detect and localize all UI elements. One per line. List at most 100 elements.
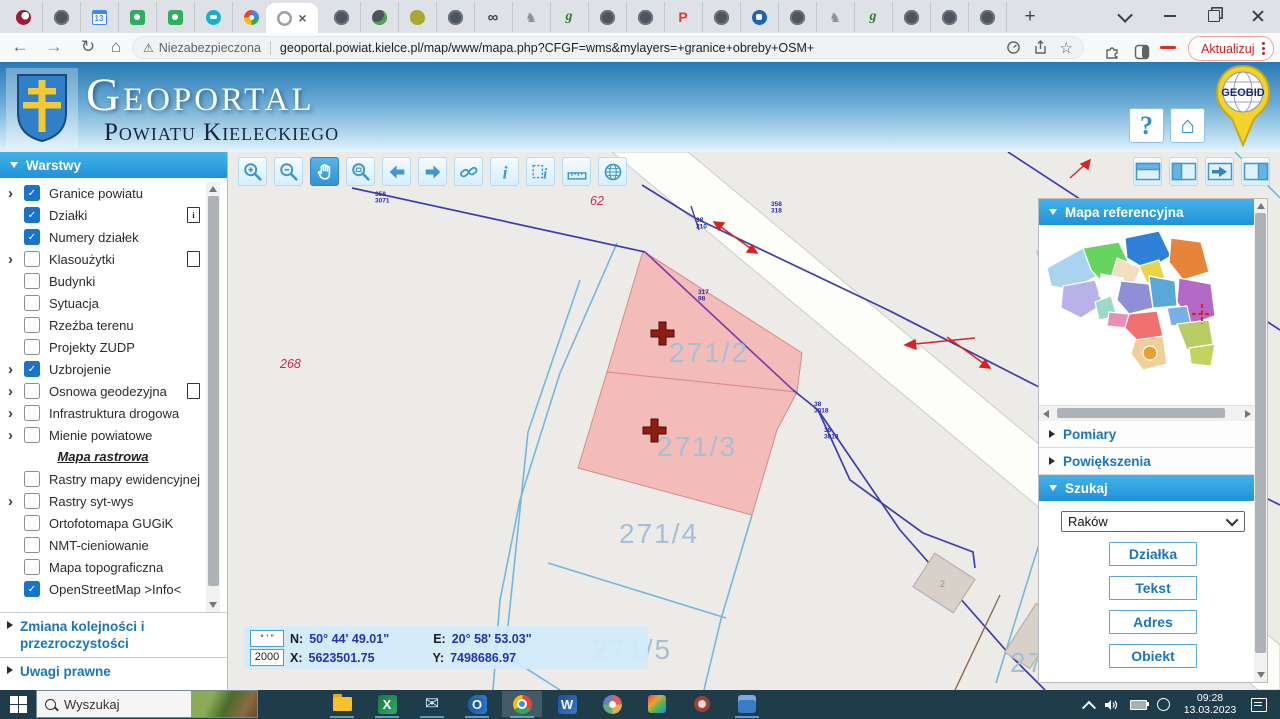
globe-tool-button[interactable] <box>598 157 627 186</box>
start-button[interactable] <box>10 696 27 713</box>
sidebar-scrollbar[interactable] <box>206 182 220 612</box>
layer-label[interactable]: Rzeźba terenu <box>49 318 134 333</box>
browser-menu-icon[interactable] <box>1262 42 1265 55</box>
pinned-tab-g-plant[interactable]: g <box>550 2 589 32</box>
pinned-tab-eagle-emblem[interactable]: ♞ <box>512 2 551 32</box>
zoom-in-tool-button[interactable] <box>238 157 267 186</box>
layer-checkbox[interactable] <box>24 339 40 355</box>
layer-checkbox[interactable] <box>24 515 40 531</box>
layer-label[interactable]: Osnowa geodezyjna <box>49 384 167 399</box>
url-text[interactable]: geoportal.powiat.kielce.pl/map/www/mapa.… <box>280 41 994 55</box>
taskbar-app-blue-app[interactable] <box>727 691 767 717</box>
forward-tool-button[interactable] <box>418 157 447 186</box>
tray-chevron-icon[interactable] <box>1078 690 1100 719</box>
layer-checkbox[interactable]: ✓ <box>24 185 40 201</box>
expand-chevron-icon[interactable]: › <box>8 384 24 399</box>
tab-close-icon[interactable]: × <box>298 10 306 26</box>
layer-label[interactable]: Ortofotomapa GUGiK <box>49 516 173 531</box>
layer-label[interactable]: Sytuacja <box>49 296 99 311</box>
layer-label[interactable]: Projekty ZUDP <box>49 340 135 355</box>
back-button[interactable]: ← <box>6 33 34 61</box>
map-scale-button[interactable]: 2000 <box>250 649 284 666</box>
pinned-tab-globe[interactable] <box>588 2 627 32</box>
layer-checkbox[interactable]: ✓ <box>24 581 40 597</box>
measure-tool-button[interactable] <box>562 157 591 186</box>
new-tab-button[interactable]: + <box>1016 4 1044 30</box>
window-maximize-button[interactable] <box>1196 0 1232 32</box>
scroll-right-icon[interactable] <box>1245 410 1251 418</box>
reference-map-header[interactable]: Mapa referencyjna <box>1039 199 1267 225</box>
layer-checkbox[interactable] <box>24 559 40 575</box>
layer-checkbox[interactable] <box>24 537 40 553</box>
layers-panel-header[interactable]: Warstwy <box>0 152 227 178</box>
layer-label[interactable]: Uzbrojenie <box>49 362 111 377</box>
expand-chevron-icon[interactable]: › <box>8 406 24 421</box>
pinned-tab-globe[interactable] <box>436 2 475 32</box>
pinned-tab-globe[interactable] <box>702 2 741 32</box>
pinned-tab-olive-dot[interactable] <box>398 2 437 32</box>
pinned-tab-globe[interactable] <box>892 2 931 32</box>
taskbar-app-ewid-ring[interactable] <box>682 691 722 717</box>
pinned-tab-paypal[interactable]: P <box>664 2 703 32</box>
security-warning-icon[interactable]: ⚠ <box>143 41 154 55</box>
right-panel-scrollbar[interactable] <box>1254 199 1267 682</box>
bookmark-star-icon[interactable]: ☆ <box>1060 39 1073 57</box>
pinned-tab-globe[interactable] <box>42 2 81 32</box>
layer-checkbox[interactable] <box>24 295 40 311</box>
pinned-tab-infinity[interactable]: ∞ <box>474 2 513 32</box>
layer-label[interactable]: Rastry syt-wys <box>49 494 134 509</box>
layer-label[interactable]: NMT-cieniowanie <box>49 538 149 553</box>
pinned-tab-globe-badge[interactable] <box>360 2 399 32</box>
taskbar-app-file-explorer[interactable] <box>322 691 362 717</box>
search-by-obiekt-button[interactable]: Obiekt <box>1109 644 1197 668</box>
scroll-down-icon[interactable] <box>209 602 217 608</box>
layer-label[interactable]: Mienie powiatowe <box>49 428 152 443</box>
expand-chevron-icon[interactable]: › <box>8 428 24 443</box>
panel-section-powiększenia[interactable]: Powiększenia <box>1039 448 1267 475</box>
layer-label[interactable]: Budynki <box>49 274 95 289</box>
layer-checkbox[interactable]: ✓ <box>24 229 40 245</box>
pinned-tab-calendar[interactable]: 13 <box>80 2 119 32</box>
taskbar-app-outlook[interactable]: O <box>457 691 497 717</box>
right-panel-scroll-thumb[interactable] <box>1255 213 1266 653</box>
panel-section-pomiary[interactable]: Pomiary <box>1039 421 1267 448</box>
zoom-out-tool-button[interactable] <box>274 157 303 186</box>
scroll-down-icon[interactable] <box>1257 672 1265 678</box>
pinned-tab-globe[interactable] <box>626 2 665 32</box>
pinned-tab-teal-camera[interactable] <box>194 2 233 32</box>
back-tool-button[interactable] <box>382 157 411 186</box>
taskbar-app-chrome[interactable] <box>502 691 542 717</box>
layer-checkbox[interactable] <box>24 273 40 289</box>
scroll-up-icon[interactable] <box>1257 203 1265 209</box>
layout-expand-button[interactable] <box>1205 157 1234 186</box>
taskbar-app-word[interactable]: W <box>547 691 587 717</box>
zoom-rect-tool-button[interactable] <box>346 157 375 186</box>
h-scroll-thumb[interactable] <box>1057 408 1225 418</box>
expand-chevron-icon[interactable]: › <box>8 362 24 377</box>
active-tab[interactable]: × <box>266 3 318 33</box>
pinned-tab-globe[interactable] <box>322 2 361 32</box>
municipality-select[interactable]: Raków <box>1061 511 1245 532</box>
pinned-tab-brand-red-swirl[interactable] <box>4 2 43 32</box>
layer-checkbox[interactable]: ✓ <box>24 361 40 377</box>
layer-label[interactable]: Infrastruktura drogowa <box>49 406 179 421</box>
layout-right-button[interactable] <box>1241 157 1270 186</box>
search-section-header[interactable]: Szukaj <box>1039 475 1267 501</box>
reference-map-h-scrollbar[interactable] <box>1039 405 1255 421</box>
layer-label[interactable]: Mapa topograficzna <box>49 560 163 575</box>
home-button[interactable]: ⌂ <box>102 33 130 61</box>
search-daily-image[interactable] <box>191 691 257 717</box>
search-by-działka-button[interactable]: Działka <box>1109 542 1197 566</box>
layer-checkbox[interactable] <box>24 427 40 443</box>
notification-center-icon[interactable] <box>1246 690 1272 719</box>
layer-label[interactable]: Działki <box>49 208 87 223</box>
reload-button[interactable]: ↻ <box>74 33 102 61</box>
pinned-tab-globe[interactable] <box>930 2 969 32</box>
reference-map[interactable] <box>1039 225 1255 405</box>
pinned-tab-eagle-emblem[interactable]: ♞ <box>816 2 855 32</box>
pinned-tab-green-app[interactable] <box>156 2 195 32</box>
pinned-tab-g-plant[interactable]: g <box>854 2 893 32</box>
sidebar-link[interactable]: Zmiana kolejności i przezroczystości <box>0 612 227 657</box>
layout-left-button[interactable] <box>1169 157 1198 186</box>
map-home-button[interactable]: ⌂ <box>1170 108 1205 143</box>
